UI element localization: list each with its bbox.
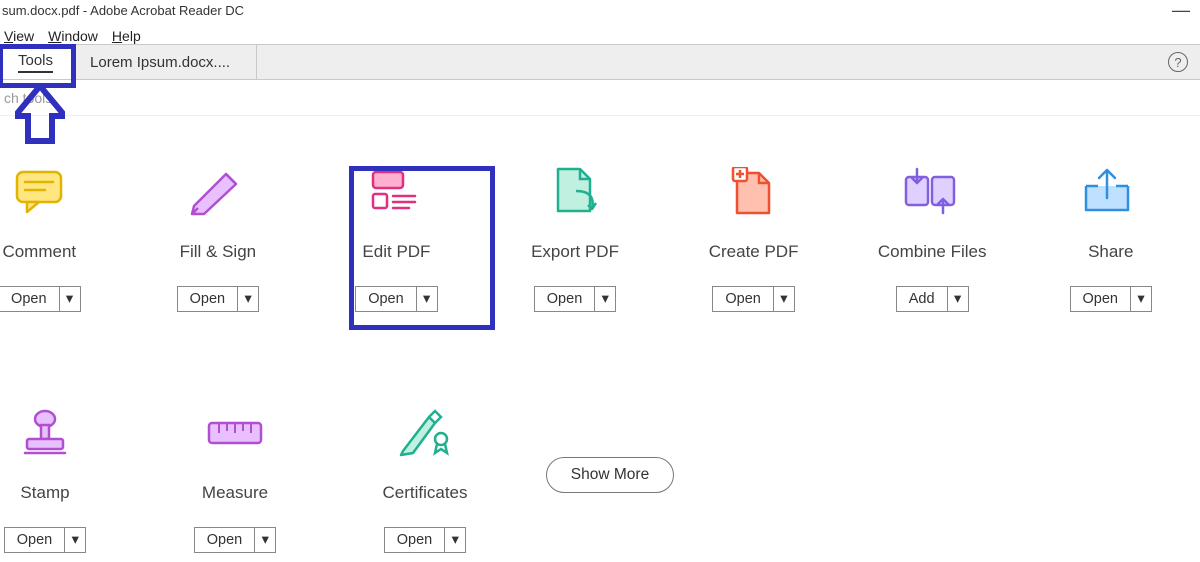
tool-open-button[interactable]: Open ▾ [712, 286, 794, 312]
tool-label: Fill & Sign [180, 242, 257, 262]
tools-row: Comment Open ▾ Fill & Sign Open ▾ [0, 166, 1200, 312]
tool-combine-files: Combine Files Add ▾ [843, 166, 1022, 312]
stamp-icon [21, 407, 69, 459]
tab-document[interactable]: Lorem Ipsum.docx.... [72, 45, 257, 79]
tool-label: Measure [202, 483, 268, 503]
help-icon[interactable]: ? [1168, 52, 1188, 72]
window-title: sum.docx.pdf - Adobe Acrobat Reader DC [2, 3, 244, 18]
menu-view[interactable]: View [4, 28, 34, 44]
chevron-down-icon[interactable]: ▾ [774, 287, 794, 311]
chevron-down-icon[interactable]: ▾ [948, 287, 968, 311]
combine-icon [902, 166, 962, 218]
show-more-container: Show More [520, 407, 710, 493]
tool-label: Stamp [20, 483, 69, 503]
menu-help[interactable]: Help [112, 28, 141, 44]
tool-open-button[interactable]: Open ▾ [534, 286, 616, 312]
annotation-arrow-up-icon [15, 86, 65, 146]
show-more-button[interactable]: Show More [546, 457, 674, 493]
chevron-down-icon[interactable]: ▾ [417, 287, 437, 311]
create-pdf-icon [731, 166, 777, 218]
tool-open-button[interactable]: Open ▾ [384, 527, 466, 553]
tool-export-pdf: Export PDF Open ▾ [486, 166, 665, 312]
chevron-down-icon[interactable]: ▾ [1131, 287, 1151, 311]
tool-open-button[interactable]: Open ▾ [4, 527, 86, 553]
tool-open-button[interactable]: Open ▾ [194, 527, 276, 553]
tool-label: Create PDF [709, 242, 799, 262]
chevron-down-icon[interactable]: ▾ [445, 528, 465, 552]
tool-fill-sign: Fill & Sign Open ▾ [129, 166, 308, 312]
tool-certificates: Certificates Open ▾ [330, 407, 520, 553]
minimize-icon[interactable]: — [1172, 0, 1190, 21]
menubar: View Window Help [0, 20, 1200, 44]
tool-create-pdf: Create PDF Open ▾ [664, 166, 843, 312]
tool-label: Certificates [382, 483, 467, 503]
tool-measure: Measure Open ▾ [140, 407, 330, 553]
chevron-down-icon[interactable]: ▾ [238, 287, 258, 311]
edit-pdf-icon [371, 166, 421, 218]
tools-grid: Comment Open ▾ Fill & Sign Open ▾ [0, 116, 1200, 553]
tool-label: Share [1088, 242, 1133, 262]
chevron-down-icon[interactable]: ▾ [60, 287, 80, 311]
pen-icon [188, 166, 248, 218]
tool-label: Export PDF [531, 242, 619, 262]
ruler-icon [207, 407, 263, 459]
tool-label: Comment [2, 242, 76, 262]
search-tools-input[interactable]: ch tools [0, 80, 1200, 116]
tools-row: Stamp Open ▾ Measure Open ▾ [0, 407, 1200, 553]
tool-stamp: Stamp Open ▾ [0, 407, 140, 553]
chevron-down-icon[interactable]: ▾ [595, 287, 615, 311]
tab-bar: Tools Lorem Ipsum.docx.... ? [0, 44, 1200, 80]
tool-add-button[interactable]: Add ▾ [896, 286, 969, 312]
menu-window[interactable]: Window [48, 28, 98, 44]
tool-open-button[interactable]: Open ▾ [1070, 286, 1152, 312]
tool-open-button[interactable]: Open ▾ [0, 286, 81, 312]
tab-tools[interactable]: Tools [0, 45, 72, 79]
share-icon [1082, 166, 1140, 218]
export-pdf-icon [550, 166, 600, 218]
certificate-icon [399, 407, 451, 459]
tool-open-button[interactable]: Open ▾ [355, 286, 437, 312]
tool-open-button[interactable]: Open ▾ [177, 286, 259, 312]
comment-icon [15, 166, 63, 218]
tool-label: Edit PDF [362, 242, 430, 262]
tool-label: Combine Files [878, 242, 987, 262]
chevron-down-icon[interactable]: ▾ [255, 528, 275, 552]
tool-edit-pdf: Edit PDF Open ▾ [307, 166, 486, 312]
window-titlebar: sum.docx.pdf - Adobe Acrobat Reader DC — [0, 0, 1200, 20]
tool-comment: Comment Open ▾ [0, 166, 129, 312]
chevron-down-icon[interactable]: ▾ [65, 528, 85, 552]
tool-share: Share Open ▾ [1021, 166, 1200, 312]
